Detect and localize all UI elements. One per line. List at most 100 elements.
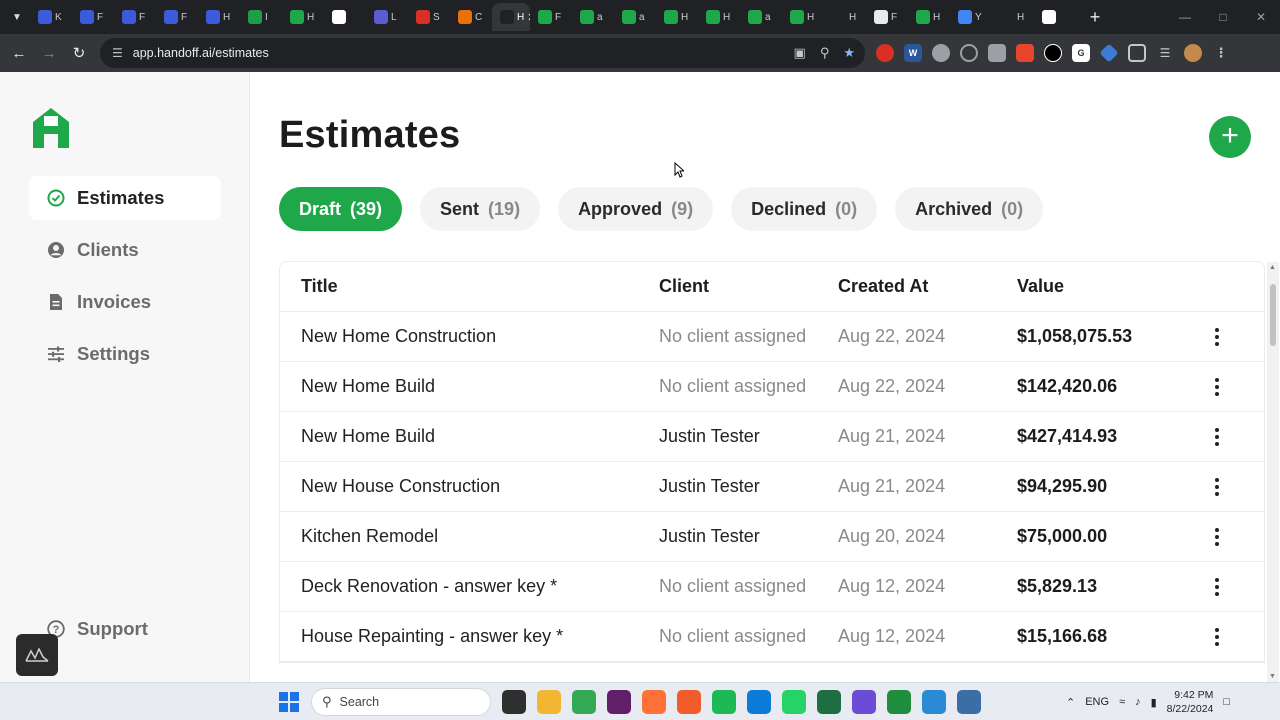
support-link[interactable]: ? Support bbox=[47, 618, 148, 640]
site-info-icon[interactable]: ☰ bbox=[112, 46, 123, 60]
tab-archived[interactable]: Archived (0) bbox=[895, 187, 1044, 231]
app-orange-icon[interactable] bbox=[677, 690, 701, 714]
minimize-icon[interactable]: — bbox=[1166, 0, 1204, 34]
whatsapp-icon[interactable] bbox=[782, 690, 806, 714]
browser-tab[interactable]: Y bbox=[950, 3, 992, 31]
taskbar-search[interactable]: ⚲ Search bbox=[311, 688, 491, 716]
install-app-icon[interactable]: ▣ bbox=[794, 45, 806, 61]
browser-tab[interactable]: H bbox=[282, 3, 324, 31]
firefox-icon[interactable] bbox=[642, 690, 666, 714]
browser-tab[interactable]: H bbox=[992, 3, 1034, 31]
file-explorer-icon[interactable] bbox=[537, 690, 561, 714]
table-row[interactable]: Deck Renovation - answer key * No client … bbox=[280, 562, 1264, 612]
back-icon[interactable]: ← bbox=[4, 38, 34, 68]
tab-draft[interactable]: Draft (39) bbox=[279, 187, 403, 231]
browser-tab[interactable]: I bbox=[240, 3, 282, 31]
close-window-icon[interactable]: ✕ bbox=[1242, 0, 1280, 34]
row-more-options-icon[interactable] bbox=[1205, 522, 1229, 552]
column-header-value[interactable]: Value bbox=[1017, 276, 1064, 297]
row-more-options-icon[interactable] bbox=[1205, 372, 1229, 402]
calculator-icon[interactable] bbox=[957, 690, 981, 714]
notification-icon[interactable]: □ bbox=[1223, 696, 1230, 708]
scrollbar-thumb[interactable] bbox=[1270, 284, 1276, 346]
excel-icon[interactable] bbox=[817, 690, 841, 714]
browser-tab[interactable]: H bbox=[198, 3, 240, 31]
zoom-icon[interactable]: ⚲ bbox=[820, 45, 830, 61]
slack-icon[interactable] bbox=[607, 690, 631, 714]
extension-diamond-icon[interactable] bbox=[1099, 43, 1119, 63]
add-estimate-button[interactable]: + bbox=[1209, 116, 1251, 158]
table-row[interactable]: New Home Construction No client assigned A… bbox=[280, 312, 1264, 362]
sidebar-item-settings[interactable]: Settings bbox=[29, 332, 221, 376]
snipping-icon[interactable] bbox=[922, 690, 946, 714]
row-more-options-icon[interactable] bbox=[1205, 622, 1229, 652]
browser-tab[interactable] bbox=[1034, 3, 1076, 31]
wifi-icon[interactable]: ≈ bbox=[1119, 696, 1125, 708]
browser-tab[interactable]: a bbox=[614, 3, 656, 31]
table-row[interactable]: New House Construction Justin Tester Aug 2… bbox=[280, 462, 1264, 512]
sidebar-item-estimates[interactable]: Estimates bbox=[29, 176, 221, 220]
reload-icon[interactable]: ↻ bbox=[64, 38, 94, 68]
scroll-up-icon[interactable]: ▲ bbox=[1269, 264, 1276, 271]
extension-red-icon[interactable] bbox=[876, 44, 894, 62]
tab-approved[interactable]: Approved (9) bbox=[558, 187, 714, 231]
browser-tab[interactable]: C bbox=[450, 3, 492, 31]
tab-declined[interactable]: Declined (0) bbox=[731, 187, 878, 231]
extension-word-icon[interactable]: W bbox=[904, 44, 922, 62]
browser-tab[interactable]: H✕ bbox=[492, 3, 530, 31]
column-header-created-at[interactable]: Created At bbox=[838, 276, 928, 297]
table-row[interactable]: Kitchen Remodel Justin Tester Aug 20, 2024… bbox=[280, 512, 1264, 562]
row-more-options-icon[interactable] bbox=[1205, 422, 1229, 452]
volume-icon[interactable]: ♪ bbox=[1135, 696, 1141, 708]
tab-search-chevron-icon[interactable]: ▼ bbox=[4, 4, 30, 30]
spotify-icon[interactable] bbox=[712, 690, 736, 714]
extension-figma-icon[interactable] bbox=[1016, 44, 1034, 62]
browser-tab[interactable]: F bbox=[156, 3, 198, 31]
browser-tab[interactable]: F bbox=[866, 3, 908, 31]
table-row[interactable]: House Repainting - answer key * No client… bbox=[280, 612, 1264, 662]
browser-tab[interactable]: H bbox=[698, 3, 740, 31]
language-indicator[interactable]: ENG bbox=[1085, 696, 1109, 708]
media-control-icon[interactable]: ☰ bbox=[1156, 44, 1174, 62]
new-tab-button[interactable]: + bbox=[1084, 7, 1106, 28]
table-row[interactable]: New Home Build No client assigned Aug 22, … bbox=[280, 362, 1264, 412]
browser-tab[interactable]: H bbox=[908, 3, 950, 31]
table-scrollbar[interactable]: ▲ ▼ bbox=[1267, 262, 1279, 682]
browser-tab[interactable]: H bbox=[824, 3, 866, 31]
column-header-client[interactable]: Client bbox=[659, 276, 709, 297]
extension-loader-icon[interactable] bbox=[960, 44, 978, 62]
table-row[interactable]: New Home Build Justin Tester Aug 21, 2024 $… bbox=[280, 412, 1264, 462]
browser-tab[interactable]: K bbox=[30, 3, 72, 31]
sidebar-item-clients[interactable]: Clients bbox=[29, 228, 221, 272]
battery-icon[interactable]: ▮ bbox=[1151, 696, 1157, 709]
browser-tab[interactable]: L bbox=[366, 3, 408, 31]
forward-icon[interactable]: → bbox=[34, 38, 64, 68]
row-more-options-icon[interactable] bbox=[1205, 322, 1229, 352]
chrome-icon[interactable] bbox=[572, 690, 596, 714]
browser-tab[interactable]: a bbox=[572, 3, 614, 31]
clock[interactable]: 9:42 PM 8/22/2024 bbox=[1167, 688, 1214, 716]
extension-black-circle-icon[interactable] bbox=[1044, 44, 1062, 62]
extensions-puzzle-icon[interactable] bbox=[1128, 44, 1146, 62]
column-header-title[interactable]: Title bbox=[301, 276, 338, 297]
browser-tab[interactable]: F bbox=[114, 3, 156, 31]
browser-tab[interactable]: a bbox=[740, 3, 782, 31]
browser-tab[interactable]: H bbox=[656, 3, 698, 31]
extension-abp-icon[interactable] bbox=[932, 44, 950, 62]
extension-g-icon[interactable]: G bbox=[1072, 44, 1090, 62]
windows-start-icon[interactable] bbox=[279, 692, 299, 712]
task-view-icon[interactable] bbox=[502, 690, 526, 714]
browser-tab[interactable]: F bbox=[72, 3, 114, 31]
address-bar[interactable]: ☰ app.handoff.ai/estimates ▣ ⚲ ★ bbox=[100, 38, 865, 68]
tab-sent[interactable]: Sent (19) bbox=[420, 187, 541, 231]
row-more-options-icon[interactable] bbox=[1205, 472, 1229, 502]
app-purple-icon[interactable] bbox=[852, 690, 876, 714]
app-green-icon[interactable] bbox=[887, 690, 911, 714]
row-more-options-icon[interactable] bbox=[1205, 572, 1229, 602]
chat-widget-button[interactable] bbox=[16, 634, 58, 676]
bookmark-star-icon[interactable]: ★ bbox=[843, 45, 855, 61]
chrome-menu-icon[interactable]: ⋮ bbox=[1212, 44, 1230, 62]
browser-tab[interactable]: F bbox=[530, 3, 572, 31]
maximize-icon[interactable]: □ bbox=[1204, 0, 1242, 34]
scroll-down-icon[interactable]: ▼ bbox=[1269, 673, 1276, 680]
